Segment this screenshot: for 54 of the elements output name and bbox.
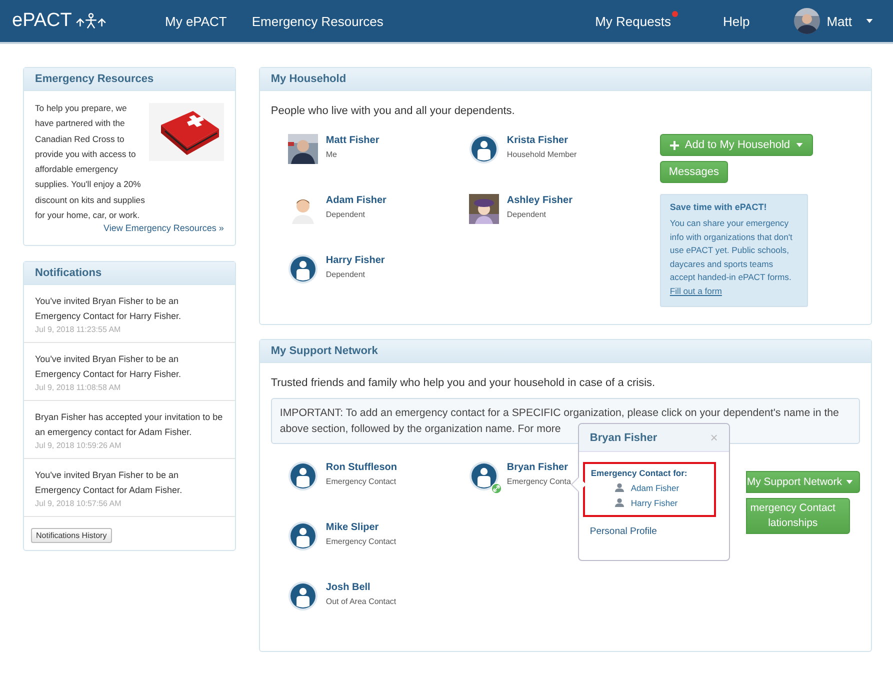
nav-link[interactable]: Help bbox=[722, 14, 750, 28]
person-role: Me bbox=[326, 150, 338, 159]
view-resources-link[interactable]: View Emergency Resources » bbox=[35, 223, 224, 236]
person-role: Emergency Contact bbox=[326, 477, 397, 486]
person-role: Dependent bbox=[326, 210, 366, 219]
personal-profile-link[interactable]: Personal Profile bbox=[590, 526, 729, 537]
panel-title: My Household bbox=[260, 68, 871, 91]
user-menu[interactable]: Matt bbox=[794, 8, 873, 34]
fill-out-form-link[interactable]: Fill out a form bbox=[670, 286, 722, 296]
person-name-link[interactable]: Josh Bell bbox=[326, 582, 396, 593]
person-name-link[interactable]: Bryan Fisher bbox=[506, 462, 571, 473]
dependent-link[interactable]: Adam Fisher bbox=[630, 482, 680, 492]
emergency-contact-heading: Emergency Contact for: bbox=[590, 468, 688, 478]
notification-text: Bryan Fisher has accepted your invitation to be an emergency contact for Adam Fisher. bbox=[35, 411, 224, 440]
person-name-link[interactable]: Harry Fisher bbox=[326, 255, 385, 266]
panel-title: Emergency Resources bbox=[24, 68, 235, 91]
person-role: Emergency Conta bbox=[506, 477, 571, 486]
nav-link[interactable]: My ePACT bbox=[165, 14, 227, 28]
nav-link[interactable]: Emergency Resources bbox=[252, 14, 384, 28]
logo-text[interactable]: ePACT bbox=[12, 10, 72, 32]
person-role: Household Member bbox=[506, 150, 577, 159]
panel-title: My Support Network bbox=[260, 340, 871, 363]
notifications-history-button[interactable]: Notifications History bbox=[31, 528, 112, 544]
description-text: To help you prepare, we have partnered with the Canadian Red Cross to provide you with access to affordable emergency supplies. You'll enjoy a 20% discount on kits and supplies for your home, car, or work. bbox=[35, 102, 145, 222]
person-name-link[interactable]: Ron Stuffleson bbox=[326, 462, 397, 473]
dependent-link[interactable]: Harry Fisher bbox=[630, 498, 678, 508]
person-name-link[interactable]: Krista Fisher bbox=[506, 135, 577, 146]
notification-time: Jul 9, 2018 10:59:26 AM bbox=[35, 441, 122, 450]
nav-link[interactable]: My Requests bbox=[595, 14, 671, 28]
notification-time: Jul 9, 2018 10:57:56 AM bbox=[35, 499, 122, 508]
notification-text: You've invited Bryan Fisher to be an Emergency Contact for Harry Fisher. bbox=[35, 353, 182, 382]
panel-title: Notifications bbox=[24, 262, 235, 286]
tip-text: You can share your emergency info with organizations that don't use ePACT yet. Public schools, daycares and sports teams accept handed-in ePACT forms. Fill out a form bbox=[670, 217, 794, 298]
notification-text: You've invited Bryan Fisher to be an Emergency Contact for Adam Fisher. bbox=[35, 469, 184, 498]
notification-text: You've invited Bryan Fisher to be an Emergency Contact for Harry Fisher. bbox=[35, 295, 182, 324]
caret-icon bbox=[866, 19, 873, 23]
person-name-link[interactable]: Adam Fisher bbox=[326, 195, 386, 206]
user-icon bbox=[614, 498, 624, 507]
person-name-link[interactable]: Ashley Fisher bbox=[506, 195, 572, 206]
popover-title: Bryan Fisher bbox=[590, 432, 658, 444]
caret-icon bbox=[796, 143, 804, 147]
person-role: Dependent bbox=[326, 270, 366, 279]
notification-time: Jul 9, 2018 11:08:58 AM bbox=[35, 383, 122, 392]
notification-time: Jul 9, 2018 11:23:55 AM bbox=[35, 325, 122, 334]
intro-text: People who live with you and all your dependents. bbox=[270, 105, 516, 117]
person-name-link[interactable]: Mike Sliper bbox=[326, 522, 396, 533]
user-icon bbox=[614, 483, 624, 492]
person-role: Out of Area Contact bbox=[326, 597, 396, 606]
person-name-link[interactable]: Matt Fisher bbox=[326, 135, 380, 146]
plus-icon bbox=[670, 140, 679, 150]
tip-title: Save time with ePACT! bbox=[670, 202, 768, 212]
person-role: Emergency Contact bbox=[326, 537, 396, 546]
intro-text: Trusted friends and family who help you and your household in case of a crisis. bbox=[270, 377, 656, 389]
person-role: Dependent bbox=[506, 210, 548, 219]
